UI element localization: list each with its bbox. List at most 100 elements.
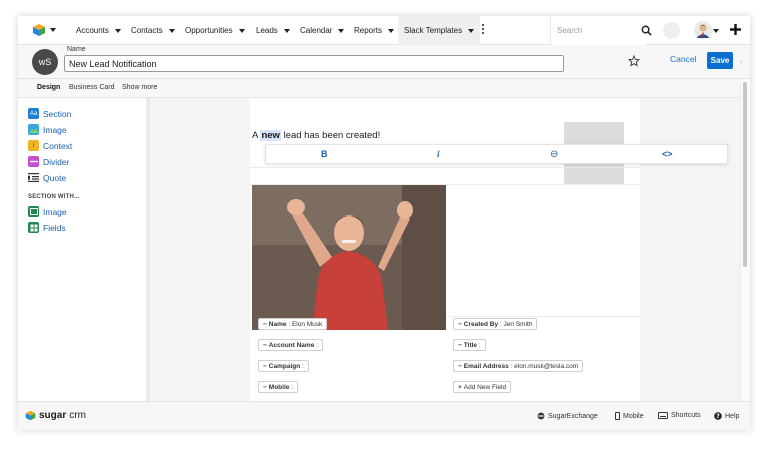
section-text-block[interactable]: A new lead has been created! <box>252 130 380 141</box>
nav-accounts[interactable]: Accounts <box>76 16 121 45</box>
scrollbar-thumb[interactable] <box>743 82 747 267</box>
tab-show-more[interactable]: Show more <box>122 84 157 91</box>
chevron-down-icon[interactable] <box>238 28 245 33</box>
code-button[interactable]: <> <box>662 149 673 159</box>
fields-icon <box>28 222 39 233</box>
name-label: Name <box>67 46 86 53</box>
chevron-down-icon[interactable] <box>114 28 121 33</box>
minus-icon[interactable]: − <box>458 321 462 328</box>
nav-contacts[interactable]: Contacts <box>131 16 175 45</box>
star-icon[interactable] <box>628 55 640 67</box>
mobile-icon <box>615 412 620 420</box>
nav-leads[interactable]: Leads <box>256 16 290 45</box>
palette-item-image[interactable]: Image <box>28 124 67 135</box>
palette-label: Quote <box>43 172 67 183</box>
palette-label: Image <box>43 124 67 135</box>
help-icon: ? <box>714 412 722 420</box>
more-menu-icon[interactable] <box>482 24 485 34</box>
nav-label: Calendar <box>300 26 333 35</box>
minus-icon[interactable]: − <box>263 384 267 391</box>
sugarcrm-logo[interactable]: sugar crm <box>25 410 86 421</box>
palette-label: Image <box>43 206 67 217</box>
palette-item-section-fields[interactable]: Fields <box>28 222 66 233</box>
record-avatar: wS <box>32 49 58 75</box>
celebrating-boy-image <box>252 185 446 330</box>
canvas-gutter <box>146 98 250 401</box>
name-field[interactable] <box>64 55 564 72</box>
svg-text:?: ? <box>716 413 720 420</box>
chevron-down-icon[interactable] <box>388 28 395 33</box>
exchange-icon <box>537 412 545 420</box>
palette-item-section[interactable]: Aa Section <box>28 108 71 119</box>
footer: sugar crm SugarExchange Mobile Shortcuts … <box>18 401 750 430</box>
link-button[interactable]: ⊖ <box>550 149 558 160</box>
footer-link-mobile[interactable]: Mobile <box>615 412 644 420</box>
divider <box>250 167 640 168</box>
user-avatar[interactable] <box>694 21 712 39</box>
search-icon[interactable] <box>641 25 652 36</box>
add-new-field-button[interactable]: + Add New Field <box>453 381 512 393</box>
save-button[interactable]: Save <box>707 52 733 69</box>
field-mobile[interactable]: − Mobile : <box>258 381 299 393</box>
palette-item-section-image[interactable]: Image <box>28 206 67 217</box>
tab-design[interactable]: Design <box>37 84 60 91</box>
field-created-by[interactable]: − Created By : Jen Smith <box>453 318 538 330</box>
keyboard-icon <box>658 412 668 419</box>
format-toolbar: B i ⊖ <> <box>265 144 728 164</box>
field-campaign[interactable]: − Campaign : <box>258 360 309 372</box>
footer-link-shortcuts[interactable]: Shortcuts <box>658 412 701 419</box>
chevron-down-icon[interactable] <box>468 28 475 33</box>
plus-icon[interactable] <box>729 23 742 36</box>
nav-opportunities[interactable]: Opportunities <box>185 16 245 45</box>
palette-item-divider[interactable]: Divider <box>28 156 69 167</box>
nav-label: Reports <box>354 26 383 35</box>
sugarcube-icon <box>25 410 36 421</box>
block-palette: Aa Section Image i Context Divider Quote… <box>18 98 146 401</box>
notifications-button[interactable] <box>663 22 680 39</box>
top-nav: Accounts Contacts Opportunities Leads Ca… <box>18 16 750 45</box>
minus-icon[interactable]: − <box>263 342 267 349</box>
tab-business-card[interactable]: Business Card <box>69 84 115 91</box>
app-window: Accounts Contacts Opportunities Leads Ca… <box>18 16 750 430</box>
nav-reports[interactable]: Reports <box>354 16 395 45</box>
app-menu-button[interactable] <box>32 23 56 37</box>
chevron-down-icon[interactable] <box>168 28 175 33</box>
palette-section-heading: SECTION WITH... <box>28 194 80 200</box>
search-input[interactable] <box>550 16 646 45</box>
field-email-address[interactable]: − Email Address : elon.musk@tesla.com <box>453 360 584 372</box>
bold-button[interactable]: B <box>321 149 328 159</box>
minus-icon[interactable]: − <box>263 321 267 328</box>
plus-icon: + <box>458 383 462 391</box>
minus-icon[interactable]: − <box>263 363 267 370</box>
cancel-button[interactable]: Cancel <box>670 54 696 64</box>
chevron-down-icon[interactable] <box>283 28 290 33</box>
minus-icon[interactable]: − <box>458 363 462 370</box>
palette-item-quote[interactable]: Quote <box>28 172 66 183</box>
footer-link-help[interactable]: ? Help <box>714 412 739 420</box>
image-icon <box>28 124 39 135</box>
minus-icon[interactable]: − <box>458 342 462 349</box>
headline-bold-word: new <box>260 130 281 141</box>
nav-calendar[interactable]: Calendar <box>300 16 345 45</box>
chevron-left-icon[interactable]: ‹ <box>740 57 743 66</box>
chevron-down-icon[interactable] <box>713 29 719 33</box>
section-image[interactable] <box>252 185 446 330</box>
field-name[interactable]: − Name : Elon Musk <box>258 318 328 330</box>
footer-link-sugarexchange[interactable]: SugarExchange <box>537 412 598 420</box>
divider-icon <box>28 156 39 167</box>
nav-label: Opportunities <box>185 26 233 35</box>
divider <box>146 98 150 401</box>
image-icon <box>28 206 39 217</box>
palette-item-context[interactable]: i Context <box>28 140 72 151</box>
sugarcube-icon <box>33 24 45 36</box>
italic-button[interactable]: i <box>437 149 440 159</box>
nav-slack-templates[interactable]: Slack Templates <box>398 16 481 45</box>
palette-label: Divider <box>43 156 70 167</box>
chevron-down-icon[interactable] <box>338 28 345 33</box>
field-account-name[interactable]: − Account Name : <box>258 339 323 351</box>
nav-label: Leads <box>256 26 278 35</box>
nav-label: Contacts <box>131 26 163 35</box>
nav-label: Accounts <box>76 26 109 35</box>
palette-label: Section <box>43 108 72 119</box>
field-title[interactable]: − Title : <box>453 339 486 351</box>
